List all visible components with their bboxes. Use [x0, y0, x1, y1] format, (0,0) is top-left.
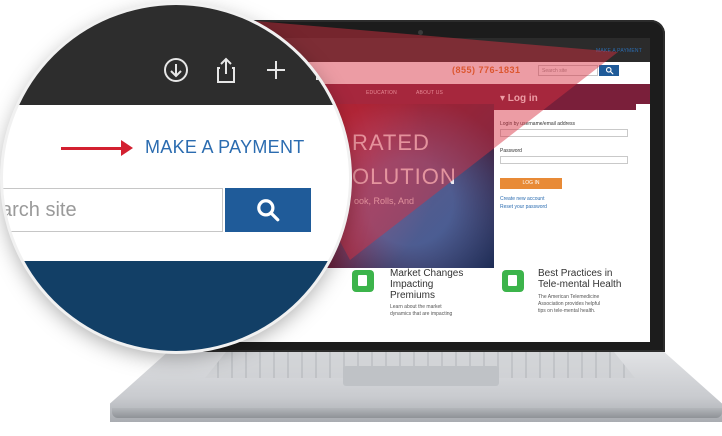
laptop-trackpad — [343, 366, 499, 386]
card-1-text-line1: Learn about the market — [390, 304, 442, 310]
new-tab-icon[interactable] — [261, 55, 291, 85]
card-1-title-line1[interactable]: Market Changes — [390, 268, 463, 279]
search-icon — [257, 199, 280, 222]
make-payment-link[interactable]: MAKE A PAYMENT — [145, 137, 305, 158]
username-field[interactable] — [500, 129, 628, 137]
pointer-arrow-shaft — [61, 147, 123, 150]
tabs-icon[interactable] — [311, 55, 341, 85]
site-search-placeholder: arch site — [3, 199, 77, 221]
card-2-title-line2[interactable]: Tele-mental Health — [538, 279, 621, 290]
card-1-title-line2[interactable]: Impacting — [390, 279, 433, 290]
site-search-button-small[interactable] — [599, 65, 619, 76]
password-label: Password — [500, 148, 522, 154]
laptop-base-edge — [112, 408, 722, 418]
card-2-text-line3: tips on tele-mental health. — [538, 308, 596, 314]
document-icon — [352, 270, 374, 292]
card-1-text-line2: dynamics that are impacting — [390, 311, 453, 317]
card-2-text-line2: Association provides helpful — [538, 301, 600, 307]
document-icon — [502, 270, 524, 292]
magnifier-circle: MAKE A PAYMENT arch site — [3, 5, 349, 351]
card-1-title-line3[interactable]: Premiums — [390, 290, 435, 301]
site-search-button[interactable] — [225, 188, 311, 232]
card-2-text-line1: The American Telemedicine — [538, 294, 600, 300]
pointer-arrow-icon — [121, 140, 133, 156]
card-2-title-line1[interactable]: Best Practices in — [538, 268, 612, 279]
laptop-camera — [418, 30, 423, 35]
reset-password-link[interactable]: Reset your password — [500, 204, 547, 210]
site-nav-band-zoomed — [3, 261, 349, 351]
password-field[interactable] — [500, 156, 628, 164]
share-icon[interactable] — [211, 55, 241, 85]
search-icon — [605, 66, 613, 75]
login-button[interactable]: LOG IN — [500, 178, 562, 189]
create-account-link[interactable]: Create new account — [500, 196, 544, 202]
download-icon[interactable] — [161, 55, 191, 85]
